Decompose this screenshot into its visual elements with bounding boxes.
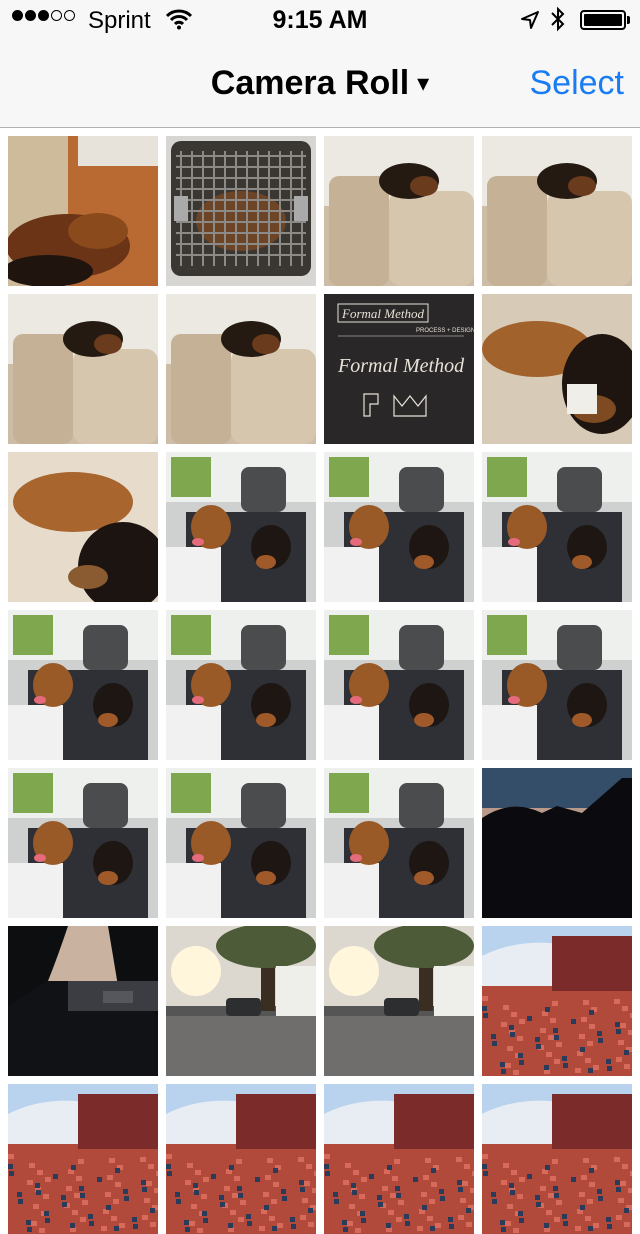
photo-thumbnail[interactable] bbox=[8, 926, 158, 1076]
photo-thumbnail[interactable] bbox=[324, 452, 474, 602]
photo-thumbnail[interactable] bbox=[324, 768, 474, 918]
photo-thumbnail[interactable] bbox=[324, 926, 474, 1076]
battery-icon bbox=[580, 10, 626, 30]
photo-thumbnail[interactable] bbox=[482, 136, 632, 286]
photo-thumbnail[interactable] bbox=[482, 1084, 632, 1234]
photo-thumbnail[interactable] bbox=[324, 1084, 474, 1234]
photo-thumbnail[interactable] bbox=[8, 452, 158, 602]
photo-thumbnail[interactable] bbox=[482, 610, 632, 760]
select-button[interactable]: Select bbox=[530, 64, 625, 103]
album-title: Camera Roll bbox=[210, 64, 410, 102]
nav-bar: Camera Roll ▾ Select bbox=[0, 40, 640, 128]
photo-thumbnail[interactable] bbox=[324, 136, 474, 286]
photo-thumbnail[interactable] bbox=[482, 294, 632, 444]
svg-text:PROCESS + DESIGN: PROCESS + DESIGN bbox=[416, 328, 474, 334]
photo-thumbnail[interactable]: Formal Method PROCESS + DESIGN Formal Meth… bbox=[324, 294, 474, 444]
photo-thumbnail[interactable] bbox=[166, 136, 316, 286]
photo-thumbnail[interactable] bbox=[166, 294, 316, 444]
photo-thumbnail[interactable] bbox=[166, 610, 316, 760]
photo-thumbnail[interactable] bbox=[482, 452, 632, 602]
location-arrow-icon bbox=[520, 9, 540, 36]
photo-thumbnail[interactable] bbox=[482, 926, 632, 1076]
status-time: 9:15 AM bbox=[272, 6, 368, 34]
photo-thumbnail[interactable] bbox=[166, 768, 316, 918]
bluetooth-icon bbox=[550, 6, 566, 38]
photo-thumbnail[interactable] bbox=[166, 926, 316, 1076]
photo-thumbnail[interactable] bbox=[166, 452, 316, 602]
photo-thumbnail[interactable] bbox=[482, 768, 632, 918]
photo-thumbnail[interactable] bbox=[166, 1084, 316, 1234]
svg-text:Formal Method: Formal Method bbox=[337, 355, 465, 377]
photo-thumbnail[interactable] bbox=[324, 610, 474, 760]
status-bar: Sprint 9:15 AM bbox=[0, 0, 640, 40]
photo-thumbnail[interactable] bbox=[8, 610, 158, 760]
photo-thumbnail[interactable] bbox=[8, 1084, 158, 1234]
caret-down-icon: ▾ bbox=[417, 70, 430, 97]
photo-thumbnail[interactable] bbox=[8, 294, 158, 444]
photo-thumbnail[interactable] bbox=[8, 136, 158, 286]
svg-text:Formal Method: Formal Method bbox=[341, 306, 424, 321]
photo-thumbnail[interactable] bbox=[8, 768, 158, 918]
